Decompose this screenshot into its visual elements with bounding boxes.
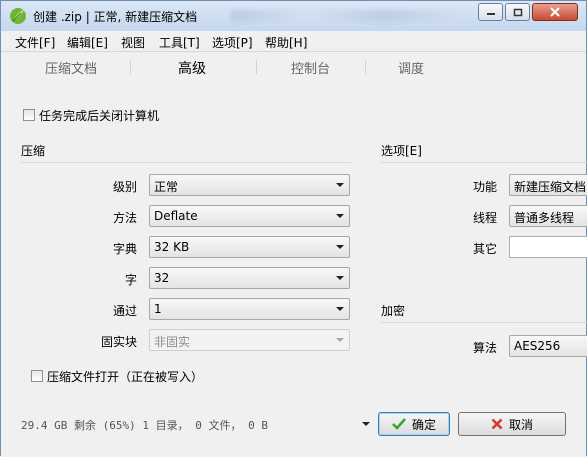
shutdown-checkbox[interactable] (23, 109, 35, 121)
solid-block-value: 非固实 (154, 335, 191, 349)
dropdown-arrow-icon (336, 276, 344, 280)
close-button[interactable] (532, 3, 578, 21)
shutdown-checkbox-label: 任务完成后关闭计算机 (39, 109, 160, 123)
level-combo[interactable]: 正常 (149, 174, 350, 196)
app-leaf-icon (9, 7, 27, 25)
checkmark-icon (392, 418, 406, 430)
tab-archive[interactable]: 压缩文档 (45, 58, 97, 77)
encryption-section-title: 加密 (381, 304, 406, 318)
method-label: 方法 (112, 211, 137, 225)
algorithm-combo[interactable]: AES256 (509, 335, 587, 357)
method-value: Deflate (154, 209, 198, 223)
tab-schedule[interactable]: 调度 (398, 58, 424, 77)
title-blur-region (231, 10, 461, 22)
section-divider (381, 162, 587, 163)
algorithm-label: 算法 (472, 341, 497, 355)
menu-help[interactable]: 帮助[H] (265, 34, 307, 51)
dropdown-arrow-icon (336, 245, 344, 249)
threads-value: 普通多线程 (514, 211, 575, 225)
menu-edit[interactable]: 编辑[E] (67, 34, 108, 51)
function-value: 新建压缩文档 (514, 180, 587, 194)
status-text: 29.4 GB 剩余 (65%) 1 目录， 0 文件， 0 B (21, 419, 268, 432)
options-section-title: 选项[E] (381, 144, 422, 158)
method-combo[interactable]: Deflate (149, 205, 350, 227)
dropdown-arrow-icon (336, 307, 344, 311)
dictionary-combo[interactable]: 32 KB (149, 236, 350, 258)
section-divider (21, 162, 351, 163)
passes-value: 1 (154, 302, 162, 316)
dropdown-arrow-icon (336, 214, 344, 218)
tab-advanced[interactable]: 高级 (178, 58, 206, 78)
app-window: 创建 .zip | 正常, 新建压缩文档 文件[F] 编辑[E] 视图 工具[T… (0, 0, 587, 457)
x-icon (491, 418, 503, 430)
solid-block-combo: 非固实 (149, 329, 350, 351)
close-icon (550, 7, 560, 17)
open-archive-checkbox-label: 压缩文件打开（正在被写入） (47, 370, 204, 384)
menu-options[interactable]: 选项[P] (212, 34, 253, 51)
menu-bar: 文件[F] 编辑[E] 视图 工具[T] 选项[P] 帮助[H] (1, 31, 586, 52)
tab-divider (256, 60, 257, 74)
status-dropdown-icon[interactable] (362, 422, 370, 426)
ok-button[interactable]: 确定 (378, 412, 450, 436)
dropdown-arrow-icon (336, 183, 344, 187)
cancel-button[interactable]: 取消 (458, 412, 566, 436)
compression-section-title: 压缩 (21, 144, 46, 158)
menu-file[interactable]: 文件[F] (15, 34, 55, 51)
menu-tools[interactable]: 工具[T] (159, 34, 200, 51)
algorithm-value: AES256 (514, 339, 561, 353)
level-value: 正常 (154, 180, 179, 194)
other-input[interactable] (509, 236, 587, 258)
word-combo[interactable]: 32 (149, 267, 350, 289)
function-combo[interactable]: 新建压缩文档 (509, 174, 587, 196)
other-label: 其它 (472, 242, 497, 256)
word-value: 32 (154, 271, 170, 285)
title-bar: 创建 .zip | 正常, 新建压缩文档 (1, 1, 586, 31)
passes-label: 通过 (112, 304, 137, 318)
tab-divider (130, 60, 131, 74)
cancel-button-label: 取消 (508, 417, 533, 432)
maximize-button[interactable] (505, 3, 530, 21)
dictionary-label: 字典 (112, 242, 137, 256)
advanced-panel: 任务完成后关闭计算机 压缩 级别 正常 方法 Deflate 字典 32 KB … (1, 81, 587, 457)
solid-block-label: 固实块 (100, 335, 137, 349)
dictionary-value: 32 KB (154, 240, 190, 254)
tab-divider (365, 60, 366, 74)
level-label: 级别 (112, 180, 137, 194)
dropdown-arrow-icon (336, 338, 344, 342)
tab-console[interactable]: 控制台 (291, 58, 330, 77)
menu-view[interactable]: 视图 (121, 34, 145, 51)
open-archive-checkbox[interactable] (31, 370, 43, 382)
ok-button-label: 确定 (411, 417, 436, 432)
passes-combo[interactable]: 1 (149, 298, 350, 320)
tab-bar: 压缩文档 高级 控制台 调度 (1, 52, 586, 80)
word-label: 字 (124, 273, 137, 287)
function-label: 功能 (472, 180, 497, 194)
window-title: 创建 .zip | 正常, 新建压缩文档 (33, 10, 198, 24)
threads-label: 线程 (472, 211, 497, 225)
section-divider (381, 322, 587, 323)
minimize-button[interactable] (478, 3, 503, 21)
threads-combo[interactable]: 普通多线程 (509, 205, 587, 227)
